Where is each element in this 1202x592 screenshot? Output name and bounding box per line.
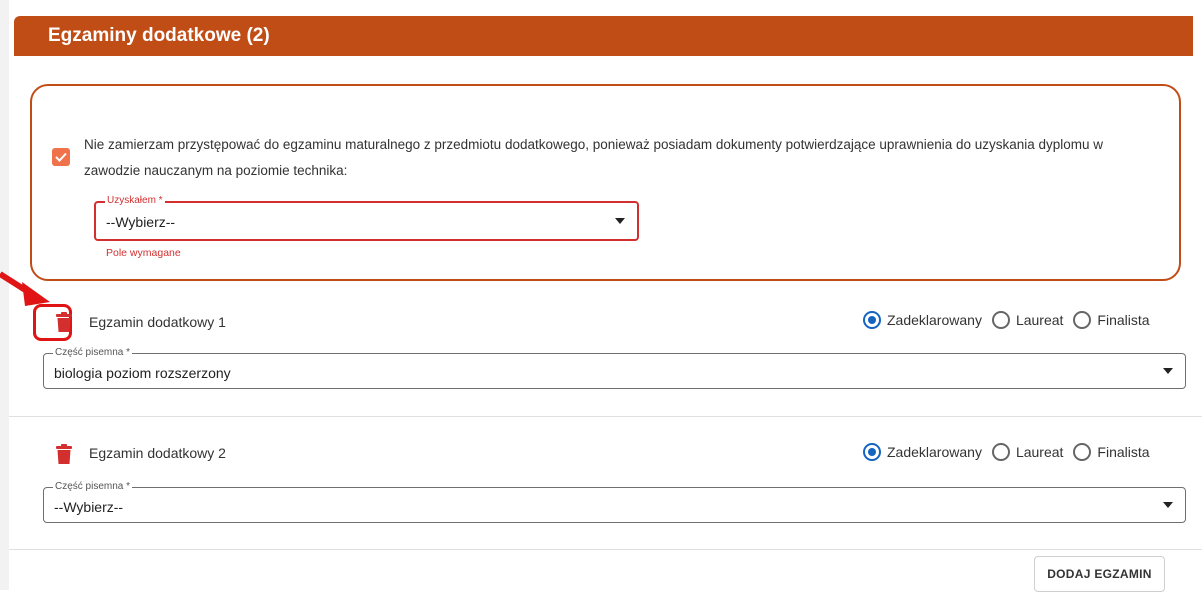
radio-circle (863, 443, 881, 461)
section-header: Egzaminy dodatkowe (2) (14, 16, 1193, 56)
obtained-select-label: Uzyskałem * (105, 195, 165, 207)
radio-circle (863, 311, 881, 329)
obtained-error-text: Pole wymagane (106, 247, 181, 259)
radio-circle (991, 311, 1010, 329)
radio-finalista[interactable]: Finalista (1073, 311, 1150, 329)
radio-label: Finalista (1097, 312, 1150, 328)
check-icon (55, 152, 67, 162)
caret-down-icon (615, 218, 625, 224)
radio-zadeklarowany[interactable]: Zadeklarowany (863, 311, 982, 329)
add-exam-button[interactable]: DODAJ EGZAMIN (1034, 556, 1165, 592)
radio-circle (991, 443, 1010, 461)
radio-circle (1073, 443, 1092, 461)
obtained-select[interactable]: Uzyskałem * --Wybierz-- (94, 195, 639, 241)
declaration-box: Nie zamierzam przystępować do egzaminu m… (30, 84, 1181, 281)
radio-finalista[interactable]: Finalista (1073, 443, 1150, 461)
radio-label: Laureat (1015, 312, 1064, 328)
divider (9, 549, 1202, 550)
exam-1-select-label: Część pisemna * (53, 347, 133, 359)
exam-2-status-radios: Zadeklarowany Laureat Finalista (863, 443, 1150, 461)
exam-2-select-label: Część pisemna * (53, 481, 133, 493)
divider (9, 416, 1202, 417)
obtained-select-value: --Wybierz-- (106, 214, 176, 230)
radio-laureat[interactable]: Laureat (991, 311, 1064, 329)
declaration-text: Nie zamierzam przystępować do egzaminu m… (84, 137, 1104, 178)
section-title: Egzaminy dodatkowe (2) (48, 25, 270, 46)
radio-laureat[interactable]: Laureat (991, 443, 1064, 461)
exam-2-written-select[interactable]: Część pisemna * --Wybierz-- (43, 481, 1186, 523)
declaration-checkbox[interactable] (52, 148, 70, 166)
trash-icon[interactable] (55, 312, 73, 332)
exam-1-written-select[interactable]: Część pisemna * biologia poziom rozszerz… (43, 347, 1186, 389)
exam-1-status-radios: Zadeklarowany Laureat Finalista (863, 311, 1150, 329)
exam-2-select-value: --Wybierz-- (54, 499, 124, 515)
exam-2-title: Egzamin dodatkowy 2 (89, 445, 226, 461)
caret-down-icon (1163, 502, 1173, 508)
exam-1-select-value: biologia poziom rozszerzony (54, 365, 231, 381)
radio-zadeklarowany[interactable]: Zadeklarowany (863, 443, 982, 461)
trash-icon[interactable] (55, 444, 73, 464)
radio-circle (1073, 311, 1092, 329)
radio-label: Zadeklarowany (887, 312, 982, 328)
radio-label: Zadeklarowany (887, 444, 982, 460)
radio-label: Laureat (1015, 444, 1064, 460)
caret-down-icon (1163, 368, 1173, 374)
radio-label: Finalista (1097, 444, 1150, 460)
exam-1-title: Egzamin dodatkowy 1 (89, 314, 226, 330)
